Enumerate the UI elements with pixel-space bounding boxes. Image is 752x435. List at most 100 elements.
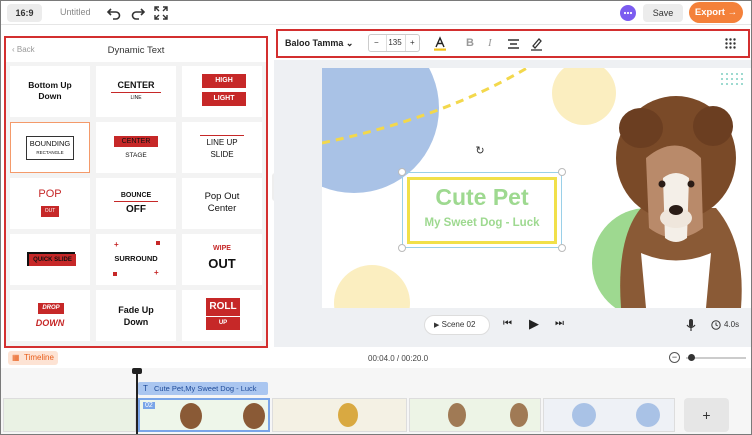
text-clip[interactable]: T Cute Pet,My Sweet Dog - Luck [138, 382, 268, 395]
divider-line [111, 92, 161, 93]
redo-icon[interactable] [130, 5, 146, 21]
add-scene-button[interactable]: + [684, 398, 729, 432]
timecode: 00:04.0 / 00:20.0 [368, 354, 429, 363]
divider [386, 35, 387, 51]
tile-line-1: ROLL [206, 298, 240, 316]
zoom-out-icon[interactable]: − [669, 352, 680, 363]
font-size-value[interactable]: 135 [388, 38, 402, 47]
text-style-drop-down[interactable]: DROP DOWN [10, 290, 90, 341]
font-family-select[interactable]: Baloo Tamma ⌄ [285, 38, 353, 49]
text-style-pop-out-center[interactable]: Pop Out Center [182, 178, 262, 229]
scene-play-button[interactable]: ▶ Scene 02 [424, 315, 490, 335]
undo-icon[interactable] [106, 5, 122, 21]
tile-line-2: LINE [130, 95, 142, 101]
timeline-toggle[interactable]: ▦ Timeline [8, 351, 58, 365]
video-editor-window: 16:9 Untitled Save Export → ‹ Back Dynam… [0, 0, 752, 435]
text-style-bottom-up-down[interactable]: Bottom Up Down [10, 66, 90, 117]
decrease-size-button[interactable]: − [374, 38, 379, 47]
font-size-stepper[interactable]: − 135 + [368, 34, 420, 52]
timeline-header: ▦ Timeline 00:04.0 / 00:20.0 − [1, 348, 751, 368]
tile-line-2: STAGE [125, 152, 147, 159]
tile-line-2: Down [38, 91, 62, 101]
resize-handle[interactable] [558, 244, 566, 252]
playhead-handle[interactable] [132, 368, 142, 374]
scene-duration[interactable]: 4.0s [724, 320, 739, 329]
text-style-surround[interactable]: + SURROUND + [96, 234, 176, 285]
text-style-bounce-off[interactable]: BOUNCE OFF [96, 178, 176, 229]
bold-icon[interactable]: B [466, 37, 474, 49]
scene-thumbnail-5[interactable] [543, 398, 675, 432]
tile-line-2: DOWN [35, 318, 65, 328]
divider-line [200, 135, 244, 136]
playback-controls: ▶ Scene 02 ⏮ ▶ ⏭ 4.0s [274, 312, 751, 342]
play-icon[interactable]: ▶ [529, 316, 539, 332]
resize-handle[interactable] [558, 168, 566, 176]
highlight-pen-icon[interactable] [530, 36, 543, 51]
zoom-slider-thumb[interactable] [688, 354, 695, 361]
scene-number: 02 [143, 402, 155, 409]
tile-line-2: Center [207, 203, 237, 214]
tile-line-1: BOUNCE [120, 192, 152, 199]
text-style-center-line[interactable]: CENTER LINE [96, 66, 176, 117]
export-label: Export [694, 7, 725, 18]
divider [405, 35, 406, 51]
resize-handle[interactable] [398, 244, 406, 252]
scene-thumbnail-4[interactable] [409, 398, 541, 432]
tile-line-1: QUICK SLIDE [29, 254, 76, 266]
text-style-bounding-rectangle[interactable]: BOUNDING RECTANGLE [10, 122, 90, 173]
text-style-wipe-out[interactable]: WIPE OUT [182, 234, 262, 285]
tile-line-1: CENTER [114, 136, 158, 147]
pet-thumb [338, 403, 358, 427]
align-center-icon[interactable] [507, 38, 520, 50]
tile-line-2: SLIDE [210, 150, 234, 159]
chat-icon[interactable] [620, 5, 636, 21]
tile-line-1: Pop Out [204, 191, 240, 202]
grid-icon[interactable] [725, 38, 736, 49]
plus-mark: + [114, 240, 119, 249]
canvas-area: ↻ Cute Pet My Sweet Dog - Luck ▶ Scene 0… [274, 60, 751, 347]
save-button[interactable]: Save [643, 4, 683, 22]
square-mark [113, 272, 117, 276]
microphone-icon[interactable] [686, 318, 696, 332]
text-color-icon[interactable] [433, 36, 447, 51]
text-style-high-light[interactable]: HIGH LIGHT [182, 66, 262, 117]
tile-line-2: OFF [126, 204, 146, 215]
text-style-quick-slide[interactable]: QUICK SLIDE [10, 234, 90, 285]
dog-thumb [243, 403, 265, 429]
playhead[interactable] [136, 371, 138, 434]
tile-line-1: HIGH [202, 74, 246, 88]
tile-line-2: OUT [208, 256, 236, 271]
fullscreen-icon[interactable] [153, 5, 169, 21]
increase-size-button[interactable]: + [410, 38, 415, 47]
tile-line-2: RECTANGLE [36, 150, 64, 155]
aspect-ratio-button[interactable]: 16:9 [7, 4, 42, 22]
text-style-roll-up[interactable]: ROLL UP [182, 290, 262, 341]
italic-icon[interactable]: I [488, 37, 492, 49]
top-bar: 16:9 Untitled Save Export → [1, 1, 751, 25]
next-icon[interactable]: ⏭ [555, 318, 564, 329]
scene-thumbnail-2[interactable]: 02 [138, 398, 270, 432]
pet-thumb [572, 403, 596, 427]
text-box[interactable]: Cute Pet My Sweet Dog - Luck [407, 177, 557, 244]
divider-line [114, 201, 158, 202]
slide-title[interactable]: Cute Pet [410, 184, 554, 211]
dynamic-text-panel: ‹ Back Dynamic Text Bottom Up Down CENTE… [4, 36, 268, 348]
slide-canvas[interactable]: ↻ Cute Pet My Sweet Dog - Luck [322, 68, 751, 308]
pet-thumb [448, 403, 466, 427]
resize-handle[interactable] [398, 168, 406, 176]
text-style-fade-up-down[interactable]: Fade Up Down [96, 290, 176, 341]
dog-thumb [180, 403, 202, 429]
previous-icon[interactable]: ⏮ [503, 318, 512, 329]
text-style-center-stage[interactable]: CENTER STAGE [96, 122, 176, 173]
scene-thumbnail-1[interactable] [3, 398, 136, 432]
scene-thumbnail-3[interactable] [272, 398, 407, 432]
tile-line-1: SURROUND [114, 254, 158, 263]
text-style-pop-out[interactable]: POP OUT [10, 178, 90, 229]
zoom-slider[interactable] [686, 357, 746, 359]
slide-subtitle[interactable]: My Sweet Dog - Luck [410, 217, 554, 229]
project-name[interactable]: Untitled [60, 7, 91, 17]
panel-header: ‹ Back Dynamic Text [6, 38, 266, 62]
text-style-line-up-slide[interactable]: LINE UP SLIDE [182, 122, 262, 173]
export-button[interactable]: Export → [689, 2, 743, 23]
rotate-icon[interactable]: ↻ [474, 145, 486, 157]
